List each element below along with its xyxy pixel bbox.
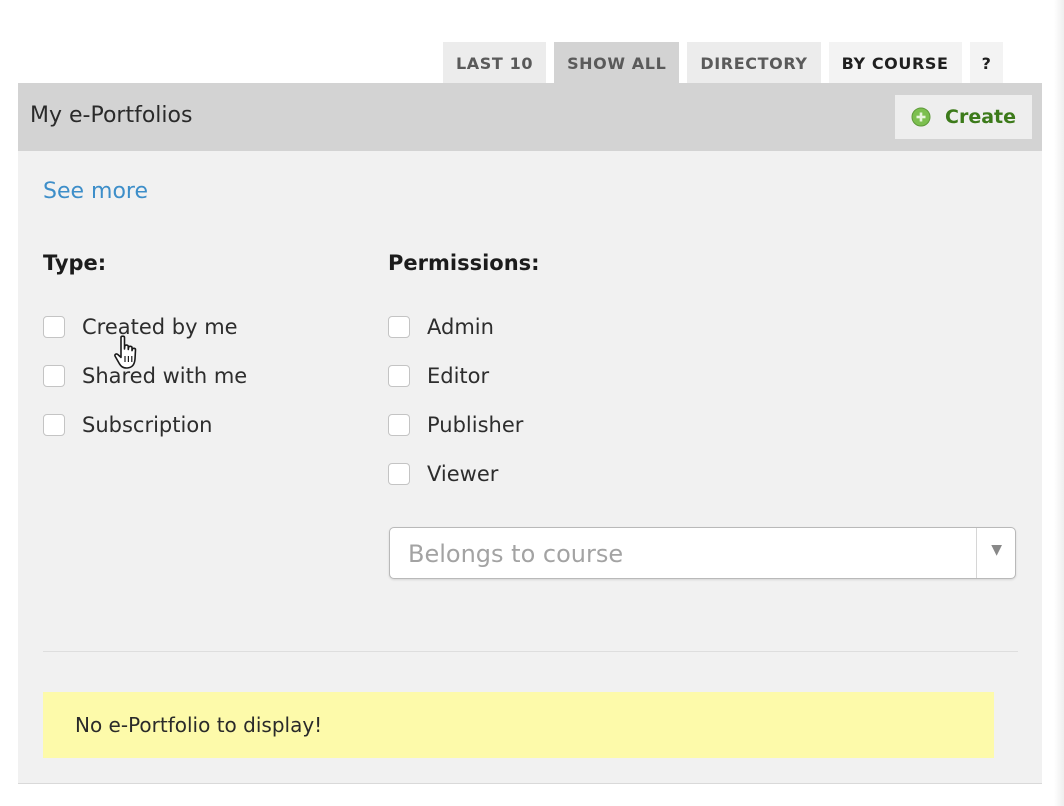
checkbox-subscription[interactable]: Subscription [43,413,212,437]
checkbox-box[interactable] [388,365,410,387]
section-divider [43,651,1018,652]
checkbox-label: Editor [427,364,490,388]
permissions-filter-title: Permissions: [388,251,540,275]
panel-title: My e-Portfolios [30,103,193,128]
tab-help[interactable]: ? [969,42,1004,84]
panel-header: My e-Portfolios Create [18,83,1042,151]
checkbox-label: Publisher [427,413,524,437]
checkbox-editor[interactable]: Editor [388,364,489,388]
checkbox-box[interactable] [43,414,65,436]
checkbox-label: Admin [427,315,494,339]
portfolio-widget: LAST 10 SHOW ALL DIRECTORY BY COURSE ? M… [0,0,1064,806]
checkbox-label: Shared with me [82,364,248,388]
checkbox-label: Subscription [82,413,213,437]
checkbox-publisher[interactable]: Publisher [388,413,523,437]
window-edge [1054,0,1064,806]
checkbox-box[interactable] [388,316,410,338]
course-select[interactable]: Belongs to course ▼ [389,527,1016,579]
tab-last-10[interactable]: LAST 10 [443,42,547,84]
empty-state-notice: No e-Portfolio to display! [43,692,994,758]
checkbox-box[interactable] [388,463,410,485]
chevron-down-icon[interactable]: ▼ [991,542,1002,558]
checkbox-label: Created by me [82,315,238,339]
checkbox-admin[interactable]: Admin [388,315,494,339]
checkbox-box[interactable] [388,414,410,436]
panel-body: See more Type: Created by me Shared with… [18,151,1042,784]
select-divider [976,528,977,578]
checkbox-viewer[interactable]: Viewer [388,462,498,486]
course-select-placeholder: Belongs to course [408,540,624,568]
plus-circle-icon [911,107,931,127]
tab-directory[interactable]: DIRECTORY [687,42,821,84]
empty-state-message: No e-Portfolio to display! [75,713,323,737]
create-button[interactable]: Create [895,95,1032,139]
checkbox-box[interactable] [43,365,65,387]
tab-by-course[interactable]: BY COURSE [828,42,962,84]
create-button-label: Create [945,106,1016,128]
checkbox-label: Viewer [427,462,499,486]
type-filter-title: Type: [43,251,107,275]
see-more-link[interactable]: See more [43,179,148,204]
hand-cursor-icon [114,335,137,369]
tab-show-all[interactable]: SHOW ALL [554,42,680,84]
checkbox-box[interactable] [43,316,65,338]
view-tabs: LAST 10 SHOW ALL DIRECTORY BY COURSE ? [443,42,1004,84]
